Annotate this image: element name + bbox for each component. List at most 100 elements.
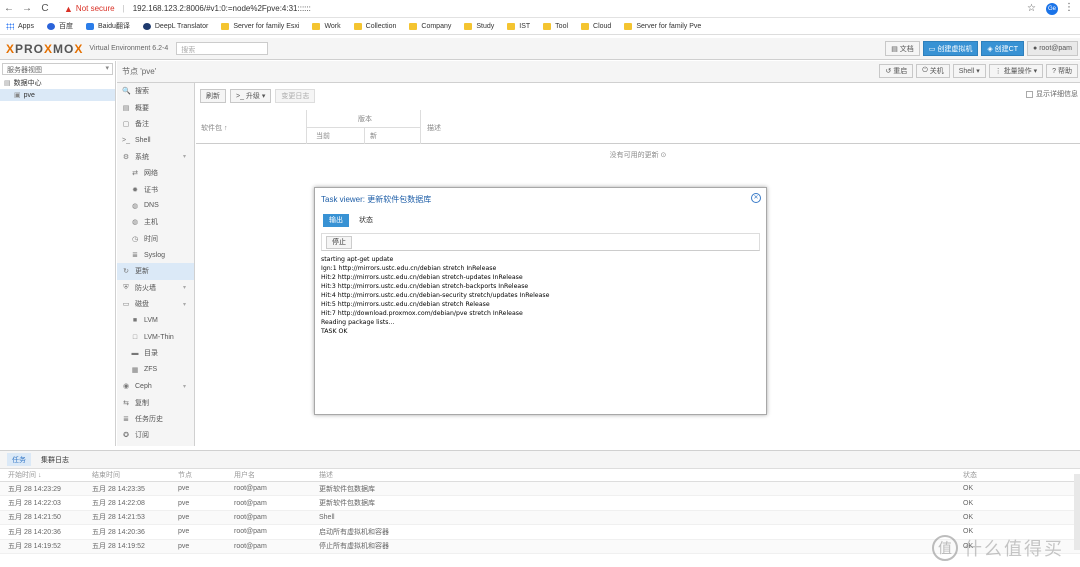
column-description[interactable]: 描述 [319,470,333,480]
bookmark-3[interactable]: DeepL Translator [142,22,209,30]
user-menu-button[interactable]: ● root@pam [1027,41,1078,56]
nav-item-17[interactable]: ▦ ZFS [117,362,194,378]
column-new[interactable]: 新 [370,131,377,141]
nav-item-19[interactable]: ⇆ 复制 [117,394,194,410]
nav-item-18[interactable]: ◉ Ceph ▾ [117,378,194,394]
cube-icon: ◈ [987,45,995,53]
book-icon: ▤ [891,45,900,53]
nav-item-9[interactable]: ◷ 时间 [117,231,194,247]
nav-item-2[interactable]: ▢ 备注 [117,116,194,132]
tab-output[interactable]: 输出 [323,213,349,227]
nav-item-6[interactable]: ✹ 证书 [117,181,194,197]
scrollbar[interactable] [1074,474,1080,550]
table-row[interactable]: 五月 28 14:22:03 五月 28 14:22:08 pve root@pam 更… [0,496,1080,511]
folder-icon: ▬ [131,349,139,357]
nav-item-1[interactable]: ▤ 概要 [117,99,194,115]
nav-item-label: 复制 [135,399,149,407]
bookmark-9[interactable]: IST [507,22,530,30]
upgrade-button[interactable]: >_ 升级 ▾ [230,89,272,103]
bookmark-6[interactable]: Collection [353,22,396,30]
changelog-button[interactable]: 变更日志 [275,89,316,103]
create-ct-button[interactable]: ◈ 创建CT [981,41,1025,56]
column-node[interactable]: 节点 [178,470,192,480]
table-row[interactable]: 五月 28 14:19:52 五月 28 14:19:52 pve root@pam 停… [0,539,1080,554]
nav-item-13[interactable]: ▭ 磁盘 ▾ [117,296,194,312]
forward-button[interactable]: → [18,3,36,14]
view-selector[interactable]: 服务器视图 ▾ [2,63,113,75]
nav-item-15[interactable]: □ LVM-Thin [117,329,194,345]
bookmark-label: DeepL Translator [154,22,209,30]
bookmark-7[interactable]: Company [409,22,451,30]
nav-item-4[interactable]: ⚙ 系统 ▾ [117,149,194,165]
tab-cluster-log[interactable]: 集群日志 [36,453,74,466]
book-icon: ▤ [122,104,130,112]
nav-item-21[interactable]: ✪ 订阅 [117,427,194,443]
help-button[interactable]: ? 帮助 [1046,64,1078,78]
back-button[interactable]: ← [0,3,18,14]
bookmark-label: Baidu翻译 [97,23,130,30]
nav-item-11[interactable]: ↻ 更新 [117,263,194,280]
nav-item-8[interactable]: ◍ 主机 [117,214,194,230]
bookmark-star-icon[interactable]: ☆ [1027,3,1036,14]
task-table-body: 五月 28 14:23:29 五月 28 14:23:35 pve root@pam 更… [0,482,1080,554]
tree-item-datacenter[interactable]: ▤ 数据中心 [0,77,115,89]
bulk-actions-button[interactable]: ⋮ 批量操作 ▾ [988,64,1044,78]
folder-icon [409,22,418,30]
nav-item-3[interactable]: >_ Shell [117,132,194,148]
column-current[interactable]: 当前 [316,131,330,141]
column-start-time[interactable]: 开始时间 ↓ [8,470,41,480]
refresh-button[interactable]: 刷新 [200,89,226,103]
nav-item-12[interactable]: ⛨ 防火墙 ▾ [117,280,194,296]
cell-description: 启动所有虚拟机和容器 [319,528,389,536]
bookmark-1[interactable]: 百度 [46,21,73,31]
tab-tasks[interactable]: 任务 [7,453,31,466]
nav-item-label: 防火墙 [135,284,156,292]
nav-item-10[interactable]: ≣ Syslog [117,247,194,263]
cogs-icon: ⚙ [122,153,130,161]
reload-button[interactable]: C [36,3,54,14]
search-input[interactable]: 搜索 [176,42,269,55]
column-package[interactable]: 软件包 ↑ [201,123,227,133]
column-user[interactable]: 用户名 [234,470,255,480]
dark-icon [142,22,151,30]
create-vm-button[interactable]: ▭ 创建虚拟机 [922,41,979,56]
nav-item-16[interactable]: ▬ 目录 [117,345,194,361]
shutdown-button[interactable]: ⏻ 关机 [916,64,950,78]
bookmark-5[interactable]: Work [312,22,341,30]
log-line: TASK OK [321,328,348,335]
log-line: starting apt-get update [321,256,394,263]
nav-item-20[interactable]: ≣ 任务历史 [117,411,194,427]
page-title: 节点 'pve' [122,67,157,76]
url-field[interactable]: ▲ Not secure | 192.168.123.2:8006/#v1:0:… [64,4,311,14]
table-row[interactable]: 五月 28 14:21:50 五月 28 14:21:53 pve root@pam S… [0,510,1080,526]
bookmark-8[interactable]: Study [464,22,494,30]
bookmark-10[interactable]: Tool [543,22,568,30]
column-description[interactable]: 描述 [427,123,441,133]
browser-menu-icon[interactable]: ⋮ [1064,2,1074,13]
table-row[interactable]: 五月 28 14:23:29 五月 28 14:23:35 pve root@pam 更… [0,482,1080,497]
profile-avatar[interactable]: Ge [1046,3,1058,15]
nav-item-7[interactable]: ◍ DNS [117,198,194,214]
cell-description: 更新软件包数据库 [319,485,375,493]
close-icon[interactable]: ✕ [751,193,761,203]
bookmark-4[interactable]: Server for family Esxi [221,22,300,30]
bookmark-0[interactable]: Apps [6,22,34,30]
nav-item-0[interactable]: 🔍 搜索 [117,83,194,99]
nav-item-5[interactable]: ⇄ 网络 [117,165,194,181]
shell-button[interactable]: Shell ▾ [952,64,986,78]
reboot-button[interactable]: ↺ 重启 [879,64,914,78]
column-status[interactable]: 状态 [963,470,977,480]
docs-button[interactable]: ▤ 文档 [885,41,920,56]
tree-item-node[interactable]: ▣ pve [0,89,115,101]
bookmark-2[interactable]: Baidu翻译 [85,21,130,31]
column-end-time[interactable]: 结束时间 [92,470,120,480]
bookmark-12[interactable]: Server for family Pve [624,22,701,30]
tab-status[interactable]: 状态 [353,214,379,227]
nav-item-14[interactable]: ■ LVM [117,312,194,328]
show-details-checkbox[interactable]: 显示详细信息 [1026,89,1078,99]
url-text[interactable]: 192.168.123.2:8006/#v1:0:=node%2Fpve:4:3… [133,4,311,13]
table-row[interactable]: 五月 28 14:20:36 五月 28 14:20:36 pve root@pam 启… [0,525,1080,540]
bookmark-label: Server for family Esxi [233,22,300,30]
stop-button[interactable]: 停止 [326,235,352,249]
bookmark-11[interactable]: Cloud [581,22,611,30]
